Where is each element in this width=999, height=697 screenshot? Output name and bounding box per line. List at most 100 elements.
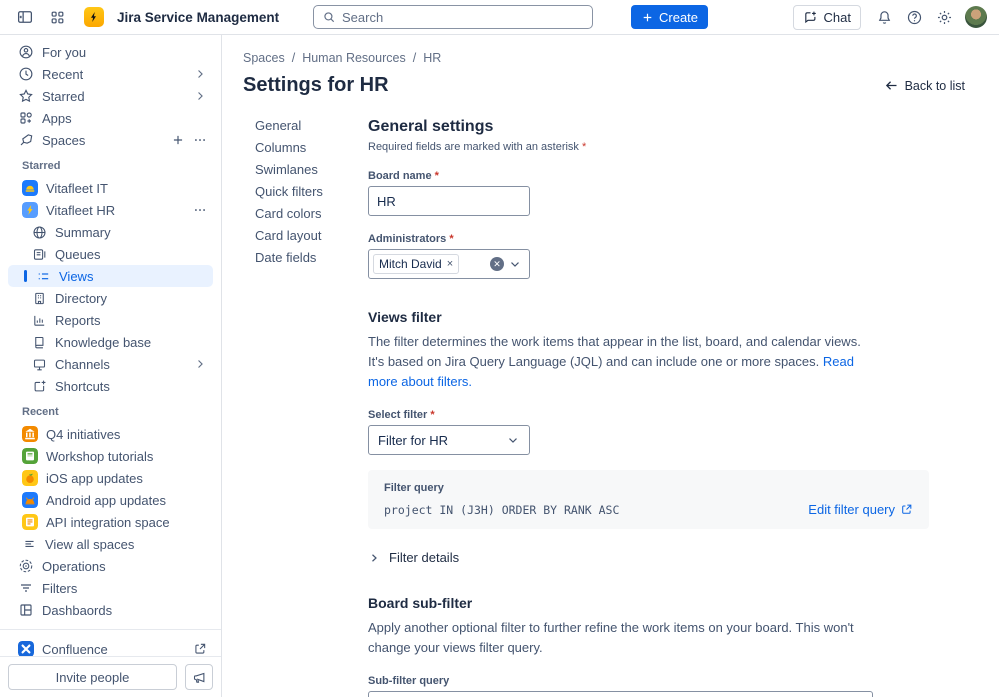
settings-nav-date-fields[interactable]: Date fields (255, 250, 368, 272)
filter-query-label: Filter query (384, 482, 444, 494)
app-switcher-button[interactable] (44, 4, 70, 30)
administrators-select[interactable]: Mitch David × ✕ (368, 249, 530, 279)
board-name-input[interactable] (368, 186, 530, 216)
sidebar-item-directory[interactable]: Directory (8, 287, 213, 309)
settings-nav-card-colors[interactable]: Card colors (255, 206, 368, 228)
sidebar-item-spaces[interactable]: Spaces (8, 129, 213, 151)
sidebar-item-apps[interactable]: Apps (8, 107, 213, 129)
space-label: iOS app updates (46, 470, 143, 486)
question-circle-icon (907, 10, 921, 24)
megaphone-icon (193, 672, 204, 683)
settings-nav-general[interactable]: General (255, 118, 368, 140)
breadcrumb-human-resources[interactable]: Human Resources (302, 51, 406, 65)
sidebar-space-workshop-tutorials[interactable]: Workshop tutorials (8, 445, 213, 467)
space-label: Workshop tutorials (46, 448, 154, 464)
settings-form: General settings Required fields are mar… (368, 118, 933, 697)
settings-nav: General Columns Swimlanes Quick filters … (255, 118, 368, 697)
sidebar-item-view-all-spaces[interactable]: View all spaces (8, 533, 213, 555)
search-input[interactable] (342, 9, 584, 25)
sidebar-item-starred[interactable]: Starred (8, 85, 213, 107)
chevron-right-icon[interactable] (193, 67, 207, 81)
feedback-button[interactable] (185, 664, 213, 690)
invite-people-button[interactable]: Invite people (8, 664, 177, 690)
settings-nav-card-layout[interactable]: Card layout (255, 228, 368, 250)
user-avatar[interactable] (965, 6, 987, 28)
sidebar-space-vitafleet-it[interactable]: Vitafleet IT (8, 177, 213, 199)
chat-button[interactable]: Chat (792, 4, 861, 30)
book-icon (35, 336, 44, 348)
sidebar-space-q4-initiatives[interactable]: Q4 initiatives (8, 423, 213, 445)
space-label: Android app updates (46, 492, 166, 508)
general-settings-heading: General settings (368, 118, 494, 135)
admin-tag: Mitch David × (373, 254, 460, 274)
settings-nav-columns[interactable]: Columns (255, 140, 368, 162)
filter-query-value: project IN (J3H) ORDER BY RANK ASC (384, 502, 620, 517)
sidebar-item-label: Shortcuts (55, 378, 110, 394)
administrators-label: Administrators * (368, 233, 454, 245)
views-filter-description: The filter determines the work items tha… (368, 334, 861, 389)
apps-icon (20, 112, 32, 124)
sidebar-item-operations[interactable]: Operations (8, 555, 213, 577)
sub-filter-query-label: Sub-filter query (368, 675, 450, 687)
admin-tag-label: Mitch David (379, 257, 442, 271)
sidebar-item-recent[interactable]: Recent (8, 63, 213, 85)
sub-filter-query-input[interactable] (368, 691, 873, 697)
clock-icon (19, 67, 33, 81)
add-space-icon[interactable] (171, 133, 185, 147)
person-circle-icon (19, 45, 33, 59)
sidebar-item-channels[interactable]: Channels (8, 353, 213, 375)
filter-details-toggle[interactable]: Filter details (368, 550, 933, 565)
sidebar-item-label: Apps (42, 110, 72, 126)
settings-button[interactable] (931, 4, 957, 30)
breadcrumb-hr[interactable]: HR (423, 51, 441, 65)
sidebar-item-confluence[interactable]: Confluence (8, 638, 213, 656)
sidebar-item-label: Operations (42, 558, 106, 574)
sidebar-item-shortcuts[interactable]: Shortcuts (8, 375, 213, 397)
search-box[interactable] (313, 5, 593, 29)
sidebar-item-queues[interactable]: Queues (8, 243, 213, 265)
sidebar-item-dashboards[interactable]: Dashbaords (8, 599, 213, 621)
settings-nav-swimlanes[interactable]: Swimlanes (255, 162, 368, 184)
sidebar-item-label: Starred (42, 88, 85, 104)
breadcrumb-spaces[interactable]: Spaces (243, 51, 285, 65)
sidebar-item-label: Knowledge base (55, 334, 152, 350)
sidebar-space-ios-app-updates[interactable]: iOS app updates (8, 467, 213, 489)
create-button[interactable]: Create (631, 5, 709, 29)
queues-icon (33, 248, 46, 260)
filter-select[interactable]: Filter for HR (368, 425, 530, 455)
sidebar-item-for-you[interactable]: For you (8, 41, 213, 63)
more-icon[interactable] (193, 133, 207, 147)
more-icon[interactable] (193, 203, 207, 217)
back-to-list-link[interactable]: Back to list (884, 78, 965, 93)
sidebar-space-android-app-updates[interactable]: Android app updates (8, 489, 213, 511)
remove-admin-icon[interactable]: × (447, 258, 453, 270)
api-integration-space-icon (22, 514, 38, 530)
chevron-right-icon[interactable] (193, 357, 207, 371)
sidebar-space-vitafleet-hr[interactable]: Vitafleet HR (8, 199, 213, 221)
chat-icon (804, 11, 816, 23)
settings-nav-quick-filters[interactable]: Quick filters (255, 184, 368, 206)
sidebar-item-knowledge-base[interactable]: Knowledge base (8, 331, 213, 353)
bell-icon (878, 10, 890, 24)
clear-all-icon[interactable]: ✕ (490, 257, 504, 271)
sidebar-item-views[interactable]: Views (8, 265, 213, 287)
sidebar-item-label: Channels (55, 356, 110, 372)
sidebar-item-summary[interactable]: Summary (8, 221, 213, 243)
help-button[interactable] (901, 4, 927, 30)
chevron-right-icon[interactable] (193, 89, 207, 103)
filter-select-value: Filter for HR (378, 432, 449, 448)
arrow-left-icon (885, 81, 897, 90)
sidebar-space-api-integration[interactable]: API integration space (8, 511, 213, 533)
collapse-sidebar-button[interactable] (12, 4, 38, 30)
page-title: Settings for HR (243, 74, 389, 96)
sidebar-item-label: Queues (55, 246, 101, 262)
jira-logo[interactable] (84, 7, 104, 27)
notifications-button[interactable] (871, 4, 897, 30)
chevron-right-icon (372, 553, 377, 562)
sidebar-item-label: Spaces (42, 132, 86, 148)
sidebar-item-filters[interactable]: Filters (8, 577, 213, 599)
chevron-down-icon[interactable] (508, 257, 522, 271)
sidebar-footer: Invite people (0, 656, 221, 697)
sidebar-item-reports[interactable]: Reports (8, 309, 213, 331)
edit-filter-query-link[interactable]: Edit filter query (808, 502, 913, 517)
